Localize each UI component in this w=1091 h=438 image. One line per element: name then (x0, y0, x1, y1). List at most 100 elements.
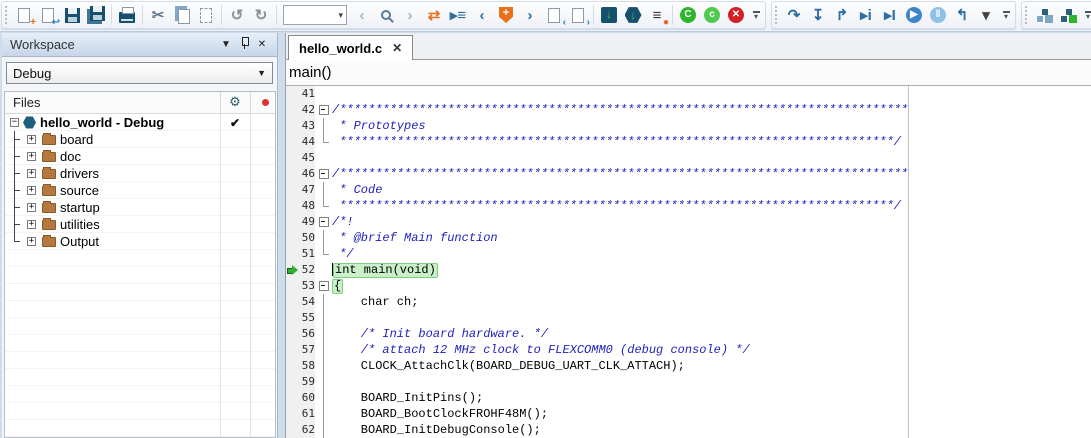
break-icon[interactable]: ‖ (926, 3, 950, 27)
tree-item-startup[interactable]: +startup (5, 199, 275, 216)
next-doc-icon[interactable]: › (566, 3, 590, 27)
find-icon[interactable] (374, 3, 398, 27)
tree-item-board[interactable]: +board (5, 131, 275, 148)
next-bookmark-icon[interactable]: › (518, 3, 542, 27)
stack-add-icon[interactable] (1056, 3, 1080, 27)
code-line-60: 60 BOARD_InitPins(); (286, 390, 908, 406)
fold-collapse-icon[interactable] (315, 102, 332, 118)
reset-dropdown-icon[interactable]: ▾ (974, 3, 998, 27)
toolbar-grip-icon[interactable] (5, 6, 8, 24)
breakpoint-margin[interactable] (286, 278, 299, 294)
breakpoint-margin[interactable] (286, 246, 299, 262)
breakpoints-list-icon[interactable]: ≡● (645, 3, 669, 27)
tree-item-doc[interactable]: +doc (5, 148, 275, 165)
search-combo[interactable]: ▾ (283, 5, 347, 25)
save-all-icon[interactable] (84, 3, 108, 27)
tree-item-utilities[interactable]: +utilities (5, 216, 275, 233)
save-icon[interactable] (60, 3, 84, 27)
breakpoint-margin[interactable] (286, 310, 299, 326)
expand-icon[interactable]: + (27, 169, 36, 178)
breakpoint-margin[interactable] (286, 342, 299, 358)
breakpoint-margin[interactable] (286, 294, 299, 310)
breakpoint-margin[interactable] (286, 166, 299, 182)
expand-icon[interactable]: + (27, 237, 36, 246)
expand-icon[interactable]: + (27, 220, 36, 229)
step-into-icon[interactable]: ↧ (806, 3, 830, 27)
breakpoint-margin[interactable] (286, 326, 299, 342)
chevron-down-icon[interactable]: ▾ (338, 10, 346, 21)
swap-arrows-icon[interactable]: ⇄ (422, 3, 446, 27)
fold-collapse-icon[interactable] (315, 214, 332, 230)
stack-view-icon[interactable] (1032, 3, 1056, 27)
debug-without-download-icon[interactable]: ↓ (621, 3, 645, 27)
breakpoint-margin[interactable] (286, 422, 299, 438)
breakpoint-column-icon[interactable] (250, 99, 280, 106)
breakpoint-margin[interactable] (286, 102, 299, 118)
goto-list-icon[interactable]: ▸≡ (446, 3, 470, 27)
tab-close-icon[interactable] (392, 41, 402, 55)
prev-bookmark-icon[interactable]: ‹ (470, 3, 494, 27)
redo-icon[interactable]: ↻ (249, 3, 273, 27)
run-to-cursor-icon[interactable]: ▸I (878, 3, 902, 27)
toolbar-overflow-icon[interactable]: ▾ (1000, 11, 1012, 20)
tab-hello-world-c[interactable]: hello_world.c (288, 35, 413, 60)
configuration-select[interactable]: Debug ▼ (6, 62, 273, 84)
toolbar-overflow-icon[interactable]: ▾ (1082, 11, 1091, 20)
code-line-58: 58 CLOCK_AttachClk(BOARD_DEBUG_UART_CLK_… (286, 358, 908, 374)
toolbar-grip-icon[interactable] (1025, 6, 1028, 24)
step-over-icon[interactable]: ↷ (782, 3, 806, 27)
stop-build-icon[interactable]: ✕ (724, 3, 748, 27)
tree-root-hello-world-debug[interactable]: −hello_world - Debug (5, 114, 275, 131)
toolbar-overflow-icon[interactable]: ▾ (750, 11, 762, 20)
expand-icon[interactable]: + (27, 135, 36, 144)
cut-icon[interactable]: ✂ (146, 3, 170, 27)
breakpoint-margin[interactable] (286, 358, 299, 374)
close-icon[interactable]: ✕ (253, 39, 271, 50)
new-file-icon[interactable]: + (12, 3, 36, 27)
breakpoint-margin[interactable] (286, 262, 299, 278)
open-file-icon[interactable]: ↩ (36, 3, 60, 27)
pin-icon[interactable] (235, 37, 253, 52)
breakpoint-margin[interactable] (286, 198, 299, 214)
next-statement-icon[interactable]: ▸i (854, 3, 878, 27)
print-icon[interactable] (115, 3, 139, 27)
breakpoint-margin[interactable] (286, 406, 299, 422)
panel-menu-icon[interactable]: ▼ (217, 39, 235, 50)
step-out-icon[interactable]: ↱ (830, 3, 854, 27)
breakpoint-margin[interactable] (286, 150, 299, 166)
breakpoint-margin[interactable] (286, 182, 299, 198)
fold-collapse-icon[interactable] (315, 278, 332, 294)
breakpoint-margin[interactable] (286, 134, 299, 150)
expand-icon[interactable]: + (27, 186, 36, 195)
breakpoint-margin[interactable] (286, 118, 299, 134)
prev-doc-icon[interactable]: ‹ (542, 3, 566, 27)
forward-icon[interactable]: › (398, 3, 422, 27)
toggle-bookmark-icon[interactable]: + (494, 3, 518, 27)
breakpoint-margin[interactable] (286, 390, 299, 406)
toolbar-grip-icon[interactable] (775, 6, 778, 24)
tree-item-source[interactable]: +source (5, 182, 275, 199)
cstat-analyze-icon[interactable]: C (676, 3, 700, 27)
tree-item-drivers[interactable]: +drivers (5, 165, 275, 182)
copy-icon[interactable] (170, 3, 194, 27)
collapse-expander-icon[interactable]: − (10, 118, 19, 127)
workspace-panel-header[interactable]: Workspace ▼ ✕ (2, 33, 277, 57)
tree-item-output[interactable]: +Output (5, 233, 275, 250)
gear-icon[interactable] (220, 94, 250, 110)
cstat-clean-icon[interactable]: c (700, 3, 724, 27)
breakpoint-margin[interactable] (286, 214, 299, 230)
code-pane[interactable]: 4142/***********************************… (286, 86, 909, 438)
breakpoint-margin[interactable] (286, 230, 299, 246)
fold-collapse-icon[interactable] (315, 166, 332, 182)
paste-icon[interactable] (194, 3, 218, 27)
download-and-debug-icon[interactable]: ↓ (597, 3, 621, 27)
go-icon[interactable]: ▶ (902, 3, 926, 27)
undo-icon[interactable]: ↺ (225, 3, 249, 27)
expand-icon[interactable]: + (27, 152, 36, 161)
breakpoint-margin[interactable] (286, 374, 299, 390)
expand-icon[interactable]: + (27, 203, 36, 212)
function-scope-bar[interactable]: main() (286, 60, 1091, 86)
reset-icon[interactable]: ↰ (950, 3, 974, 27)
breakpoint-margin[interactable] (286, 86, 299, 102)
back-icon[interactable]: ‹ (350, 3, 374, 27)
